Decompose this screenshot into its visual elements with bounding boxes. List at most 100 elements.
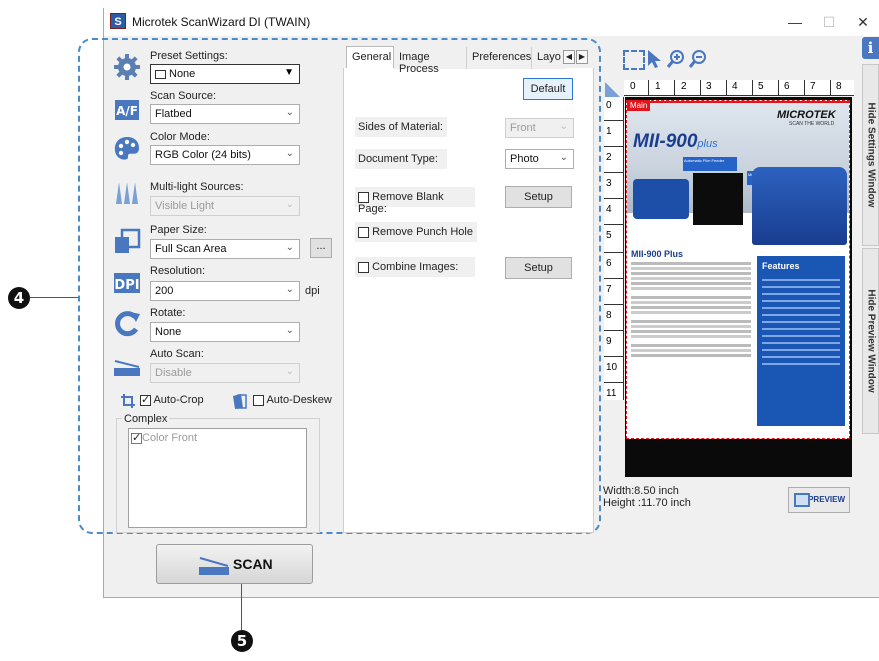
scan-width-readout: Width:8.50 inch	[603, 485, 679, 497]
color-mode-value: RGB Color (24 bits)	[155, 149, 251, 161]
auto-scan-value: Disable	[155, 367, 192, 379]
doc-body-text: MII-900 Plus	[631, 249, 751, 399]
ruler-v-4: 4	[606, 204, 612, 215]
doc-model-name: MII-900	[633, 131, 698, 152]
auto-deskew-check[interactable]	[253, 394, 264, 406]
ruler-h-5: 5	[758, 81, 764, 92]
paper-size-more-button[interactable]: ...	[310, 238, 332, 258]
resolution-select[interactable]: 200 ⌄	[150, 281, 300, 301]
auto-scan-select[interactable]: Disable ⌄	[150, 363, 300, 383]
document-type-select[interactable]: Photo ⌄	[505, 149, 574, 169]
gear-icon	[114, 54, 140, 80]
preset-settings-select[interactable]: None ▼	[150, 64, 300, 84]
chevron-down-icon: ⌄	[285, 199, 294, 210]
preview-button[interactable]: PREVIEW	[788, 487, 850, 513]
rotate-select[interactable]: None ⌄	[150, 322, 300, 342]
scan-button-label: SCAN	[233, 556, 273, 572]
remove-punch-hole-label: Remove Punch Hole	[372, 226, 473, 238]
sides-of-material-label: Sides of Material:	[355, 117, 447, 137]
auto-feeder-icon: A/F	[115, 100, 139, 120]
remove-blank-page-check[interactable]	[358, 191, 369, 203]
minimize-button[interactable]: —	[780, 12, 810, 32]
select-area-icon[interactable]	[623, 50, 645, 70]
sides-of-material-value: Front	[510, 122, 536, 134]
tab-scroll-right-icon[interactable]: ▶	[576, 50, 588, 64]
ruler-v-1: 1	[606, 126, 612, 137]
combine-images-setup-button[interactable]: Setup	[505, 257, 572, 279]
ruler-v-6: 6	[606, 258, 612, 269]
zoom-out-icon[interactable]	[688, 49, 708, 69]
sides-of-material-select[interactable]: Front ⌄	[505, 118, 574, 138]
auto-scan-label: Auto Scan:	[150, 348, 204, 360]
remove-punch-hole-check[interactable]	[358, 226, 369, 238]
scanned-document[interactable]: MICROTEK SCAN THE WORLD MII-900plus Auto…	[626, 100, 850, 439]
ruler-v-8: 8	[606, 310, 612, 321]
tab-preferences[interactable]: Preferences	[467, 47, 532, 69]
doc-features-title: Features	[762, 261, 800, 271]
info-icon[interactable]: i	[862, 37, 879, 59]
color-mode-label: Color Mode:	[150, 131, 210, 143]
doc-model: MII-900plus	[633, 131, 718, 153]
hide-settings-window-tab[interactable]: Hide Settings Window	[862, 64, 879, 246]
combine-images-option[interactable]: Combine Images:	[355, 257, 475, 277]
ruler-v-3: 3	[606, 178, 612, 189]
hide-preview-label: Hide Preview Window	[865, 289, 877, 393]
svg-text:A/F: A/F	[116, 104, 138, 118]
complex-list[interactable]: Color Front	[128, 428, 307, 528]
scan-source-label: Scan Source:	[150, 90, 217, 102]
callout-5-line	[241, 584, 242, 630]
tab-image-process[interactable]: Image Process	[394, 47, 467, 75]
color-mode-select[interactable]: RGB Color (24 bits) ⌄	[150, 145, 300, 165]
resolution-unit: dpi	[305, 285, 320, 297]
tab-scroll-left-icon[interactable]: ◀	[563, 50, 575, 64]
ruler-v-7: 7	[606, 284, 612, 295]
ruler-h-8: 8	[836, 81, 842, 92]
ruler-v-10: 10	[606, 362, 618, 373]
auto-crop-check[interactable]	[140, 393, 151, 406]
scan-button[interactable]: SCAN	[156, 544, 313, 584]
color-front-check[interactable]	[131, 431, 142, 444]
dropdown-arrow-icon: ▼	[284, 67, 294, 78]
ruler-h-0: 0	[630, 81, 636, 92]
remove-blank-setup-button[interactable]: Setup	[505, 186, 572, 208]
combine-images-label: Combine Images:	[372, 261, 459, 273]
paper-size-icon	[115, 228, 141, 253]
tab-layout[interactable]: Layo	[532, 47, 566, 69]
auto-deskew-checkbox[interactable]: Auto-Deskew	[253, 394, 332, 406]
multilight-select[interactable]: Visible Light ⌄	[150, 196, 300, 216]
rotate-label: Rotate:	[150, 307, 186, 319]
crop-icon	[121, 394, 135, 408]
combine-images-check[interactable]	[358, 261, 369, 273]
callout-4-line	[30, 297, 80, 298]
doc-features-box: Features	[757, 256, 845, 426]
zoom-in-icon[interactable]	[666, 49, 686, 69]
chevron-down-icon: ⌄	[285, 325, 294, 336]
ruler-v-0: 0	[606, 100, 612, 111]
ruler-v-9: 9	[606, 336, 612, 347]
remove-punch-hole-option[interactable]: Remove Punch Hole	[355, 222, 477, 242]
document-type-value: Photo	[510, 153, 539, 165]
svg-text:DPI: DPI	[114, 278, 139, 293]
auto-crop-checkbox[interactable]: Auto-Crop	[140, 393, 204, 406]
callout-4: 4	[8, 287, 30, 309]
tab-general[interactable]: General	[346, 46, 394, 68]
pointer-icon[interactable]	[645, 48, 665, 70]
scan-source-select[interactable]: Flatbed ⌄	[150, 104, 300, 124]
preview-scanner-icon	[794, 493, 810, 507]
resolution-label: Resolution:	[150, 265, 206, 277]
complex-item-color-front[interactable]: Color Front	[131, 431, 197, 444]
paper-size-select[interactable]: Full Scan Area ⌄	[150, 239, 300, 259]
remove-blank-page-option[interactable]: Remove Blank Page:	[355, 187, 475, 215]
hide-settings-label: Hide Settings Window	[865, 102, 877, 208]
doc-section-title: MII-900 Plus	[631, 249, 684, 259]
scan-button-scanner-icon	[199, 557, 229, 575]
ruler-h-4: 4	[732, 81, 738, 92]
doc-scanner-image-1	[633, 179, 689, 219]
preview-button-label: PREVIEW	[808, 495, 845, 504]
callout-5: 5	[231, 630, 253, 652]
maximize-button[interactable]: ☐	[814, 12, 844, 32]
ruler-h-3: 3	[706, 81, 712, 92]
hide-preview-window-tab[interactable]: Hide Preview Window	[862, 248, 879, 434]
close-button[interactable]: ✕	[848, 12, 878, 32]
default-button[interactable]: Default	[523, 78, 573, 100]
